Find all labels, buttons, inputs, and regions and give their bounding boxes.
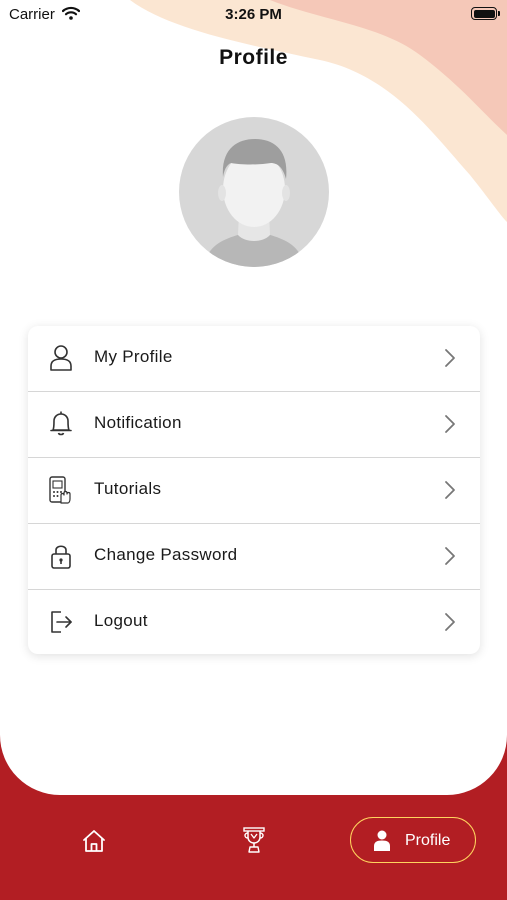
menu-item-change-password[interactable]: Change Password bbox=[28, 524, 480, 589]
bell-icon bbox=[50, 411, 72, 436]
menu-item-label: Notification bbox=[94, 413, 182, 432]
tutorial-phone-icon bbox=[49, 476, 71, 504]
person-icon bbox=[374, 830, 390, 851]
chevron-right-icon bbox=[445, 613, 455, 631]
nav-profile-label: Profile bbox=[405, 832, 451, 849]
menu-item-label: Change Password bbox=[94, 545, 238, 564]
menu-item-logout[interactable]: Logout bbox=[28, 590, 480, 654]
page-title: Profile bbox=[219, 46, 288, 69]
chevron-right-icon bbox=[445, 349, 455, 367]
profile-screen: Carrier 3:26 PM Profile My Profile Notif… bbox=[0, 0, 507, 900]
avatar-placeholder-icon bbox=[204, 139, 304, 267]
chevron-right-icon bbox=[445, 415, 455, 433]
menu-item-label: Logout bbox=[94, 611, 148, 630]
chevron-right-icon bbox=[445, 547, 455, 565]
menu-item-my-profile[interactable]: My Profile bbox=[28, 326, 480, 391]
status-time: 3:26 PM bbox=[225, 6, 282, 23]
menu-item-notification[interactable]: Notification bbox=[28, 392, 480, 457]
nav-profile-button[interactable]: Profile bbox=[350, 817, 476, 863]
menu-item-label: Tutorials bbox=[94, 479, 162, 498]
menu-item-label: My Profile bbox=[94, 347, 173, 366]
content-area: Carrier 3:26 PM Profile My Profile Notif… bbox=[0, 0, 507, 795]
logout-icon bbox=[51, 611, 72, 633]
battery-icon bbox=[471, 7, 500, 20]
status-bar: Carrier 3:26 PM bbox=[0, 0, 507, 28]
user-icon bbox=[50, 345, 72, 371]
avatar[interactable] bbox=[179, 117, 329, 267]
home-icon[interactable] bbox=[81, 828, 107, 854]
lock-icon bbox=[51, 545, 71, 569]
chevron-right-icon bbox=[445, 481, 455, 499]
menu-item-tutorials[interactable]: Tutorials bbox=[28, 458, 480, 523]
trophy-icon[interactable] bbox=[241, 826, 267, 854]
profile-menu-card: My Profile Notification Tutorials Change… bbox=[28, 326, 480, 654]
